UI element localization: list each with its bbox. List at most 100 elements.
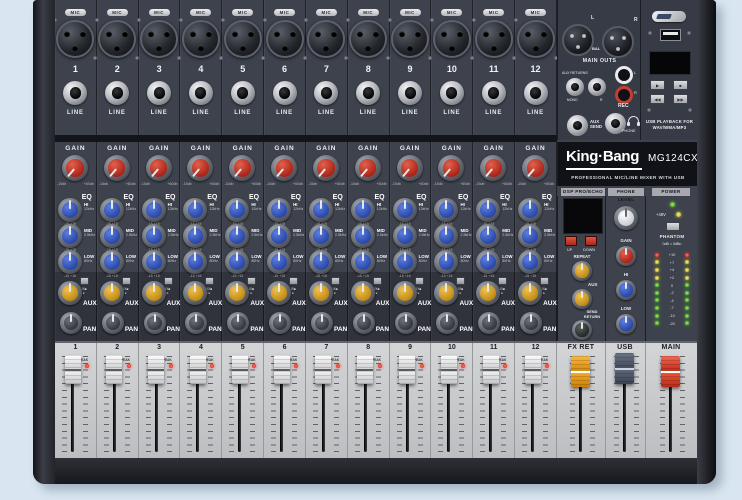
eq-mid-knob[interactable] xyxy=(518,224,542,248)
master-low-knob[interactable] xyxy=(616,314,636,334)
aux-send-knob[interactable] xyxy=(476,281,500,305)
aux-fx-switch-button[interactable] xyxy=(122,277,131,285)
eq-mid-knob[interactable] xyxy=(142,224,166,248)
aux-send-knob[interactable] xyxy=(183,281,207,305)
aux-fx-switch-button[interactable] xyxy=(373,277,382,285)
channel-fader[interactable] xyxy=(357,355,373,384)
gain-knob[interactable] xyxy=(62,155,88,181)
aux-fx-switch-button[interactable] xyxy=(498,277,507,285)
gain-knob[interactable] xyxy=(522,155,548,181)
dsp-down-button[interactable] xyxy=(585,236,597,246)
aux-send-knob[interactable] xyxy=(142,281,166,305)
pan-knob[interactable] xyxy=(353,312,375,334)
aux-fx-switch-button[interactable] xyxy=(331,277,340,285)
gain-knob[interactable] xyxy=(146,155,172,181)
eq-mid-knob[interactable] xyxy=(351,224,375,248)
stop-button[interactable]: ■ xyxy=(673,80,688,90)
master-gain-knob[interactable] xyxy=(616,246,636,266)
eq-hi-knob[interactable] xyxy=(225,198,249,222)
master-hi-knob[interactable] xyxy=(616,280,636,300)
aux-fx-switch-button[interactable] xyxy=(456,277,465,285)
channel-fader[interactable] xyxy=(148,355,164,384)
aux-fx-switch-button[interactable] xyxy=(205,277,214,285)
channel-fader[interactable] xyxy=(483,355,499,384)
aux-fx-switch-button[interactable] xyxy=(80,277,89,285)
eq-hi-knob[interactable] xyxy=(351,198,375,222)
dsp-repeat-knob[interactable] xyxy=(572,261,592,281)
gain-knob[interactable] xyxy=(187,155,213,181)
usb-fader[interactable] xyxy=(615,353,634,384)
pan-knob[interactable] xyxy=(102,312,124,334)
aux-fx-switch-button[interactable] xyxy=(247,277,256,285)
eq-low-knob[interactable] xyxy=(58,250,82,274)
pan-knob[interactable] xyxy=(395,312,417,334)
pan-knob[interactable] xyxy=(144,312,166,334)
send-return-knob[interactable] xyxy=(572,320,592,340)
eq-mid-knob[interactable] xyxy=(267,224,291,248)
play-pause-button[interactable]: ▶ xyxy=(650,80,665,90)
eq-low-knob[interactable] xyxy=(267,250,291,274)
gain-knob[interactable] xyxy=(313,155,339,181)
pan-knob[interactable] xyxy=(60,312,82,334)
eq-mid-knob[interactable] xyxy=(100,224,124,248)
eq-low-knob[interactable] xyxy=(434,250,458,274)
eq-hi-knob[interactable] xyxy=(309,198,333,222)
eq-hi-knob[interactable] xyxy=(100,198,124,222)
aux-fx-switch-button[interactable] xyxy=(289,277,298,285)
channel-fader[interactable] xyxy=(65,355,81,384)
eq-low-knob[interactable] xyxy=(142,250,166,274)
aux-send-knob[interactable] xyxy=(518,281,542,305)
pan-knob[interactable] xyxy=(520,312,542,334)
next-track-button[interactable]: ▶▶ xyxy=(673,94,688,104)
eq-mid-knob[interactable] xyxy=(476,224,500,248)
phantom-power-button[interactable] xyxy=(666,222,680,231)
fx-return-fader[interactable] xyxy=(571,356,590,387)
aux-send-knob[interactable] xyxy=(351,281,375,305)
eq-hi-knob[interactable] xyxy=(434,198,458,222)
aux-send-knob[interactable] xyxy=(393,281,417,305)
phone-level-knob[interactable] xyxy=(614,206,638,230)
aux-fx-switch-button[interactable] xyxy=(540,277,549,285)
channel-fader[interactable] xyxy=(274,355,290,384)
eq-low-knob[interactable] xyxy=(393,250,417,274)
pan-knob[interactable] xyxy=(436,312,458,334)
gain-knob[interactable] xyxy=(480,155,506,181)
eq-low-knob[interactable] xyxy=(309,250,333,274)
eq-hi-knob[interactable] xyxy=(393,198,417,222)
eq-mid-knob[interactable] xyxy=(58,224,82,248)
aux-fx-switch-button[interactable] xyxy=(415,277,424,285)
gain-knob[interactable] xyxy=(229,155,255,181)
eq-mid-knob[interactable] xyxy=(183,224,207,248)
aux-fx-switch-button[interactable] xyxy=(164,277,173,285)
pan-knob[interactable] xyxy=(227,312,249,334)
eq-hi-knob[interactable] xyxy=(183,198,207,222)
eq-low-knob[interactable] xyxy=(183,250,207,274)
gain-knob[interactable] xyxy=(355,155,381,181)
eq-hi-knob[interactable] xyxy=(58,198,82,222)
pan-knob[interactable] xyxy=(269,312,291,334)
eq-mid-knob[interactable] xyxy=(309,224,333,248)
pan-knob[interactable] xyxy=(185,312,207,334)
dsp-aux-knob[interactable] xyxy=(572,289,592,309)
gain-knob[interactable] xyxy=(271,155,297,181)
channel-fader[interactable] xyxy=(106,355,122,384)
gain-knob[interactable] xyxy=(397,155,423,181)
eq-hi-knob[interactable] xyxy=(476,198,500,222)
channel-fader[interactable] xyxy=(232,355,248,384)
channel-fader[interactable] xyxy=(315,355,331,384)
pan-knob[interactable] xyxy=(311,312,333,334)
gain-knob[interactable] xyxy=(438,155,464,181)
gain-knob[interactable] xyxy=(104,155,130,181)
main-fader[interactable] xyxy=(661,356,680,387)
eq-low-knob[interactable] xyxy=(518,250,542,274)
eq-hi-knob[interactable] xyxy=(267,198,291,222)
channel-fader[interactable] xyxy=(441,355,457,384)
channel-fader[interactable] xyxy=(399,355,415,384)
aux-send-knob[interactable] xyxy=(100,281,124,305)
pan-knob[interactable] xyxy=(478,312,500,334)
aux-send-knob[interactable] xyxy=(309,281,333,305)
eq-low-knob[interactable] xyxy=(351,250,375,274)
eq-mid-knob[interactable] xyxy=(434,224,458,248)
aux-send-knob[interactable] xyxy=(225,281,249,305)
dsp-up-button[interactable] xyxy=(565,236,577,246)
